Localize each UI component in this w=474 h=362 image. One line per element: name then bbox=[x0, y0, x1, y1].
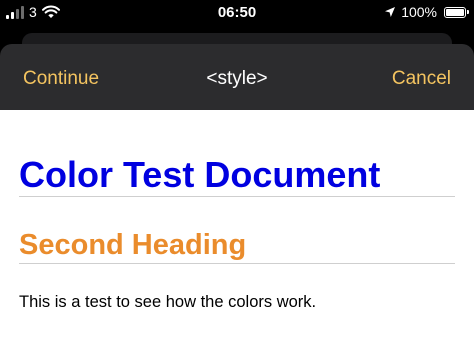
document-heading-2: Second Heading bbox=[19, 229, 247, 261]
navigation-bar: Continue <style> Cancel bbox=[0, 44, 474, 110]
heading-2-divider bbox=[19, 263, 455, 264]
status-right: 100% bbox=[384, 4, 469, 20]
battery-fill bbox=[446, 8, 464, 16]
document-content: Color Test Document Second Heading This … bbox=[0, 110, 474, 362]
battery-icon bbox=[444, 6, 469, 18]
heading-1-divider bbox=[19, 196, 455, 197]
status-bar: 3 06:50 100% bbox=[0, 0, 474, 28]
document-paragraph: This is a test to see how the colors wor… bbox=[19, 293, 317, 311]
battery-percent: 100% bbox=[401, 4, 437, 20]
document-heading-1: Color Test Document bbox=[19, 154, 381, 195]
cancel-button[interactable]: Cancel bbox=[392, 68, 451, 90]
location-arrow-icon bbox=[385, 7, 396, 17]
